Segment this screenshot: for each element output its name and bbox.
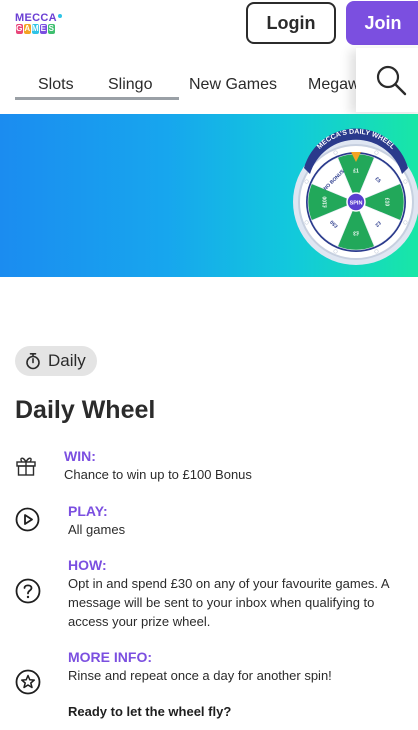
wheel-spin-label: SPIN <box>350 201 363 207</box>
wheel-stud <box>304 179 309 184</box>
wheel-stud <box>304 220 309 225</box>
how-body: Opt in and spend £30 on any of your favo… <box>68 576 389 629</box>
logo-letter: M <box>32 24 40 34</box>
win-body: Chance to win up to £100 Bonus <box>64 467 252 482</box>
search-button[interactable] <box>356 48 418 112</box>
play-heading: PLAY: <box>68 503 108 519</box>
tab-active-underline <box>15 97 179 100</box>
logo-text-top: MECCA <box>15 12 57 24</box>
stopwatch-icon <box>26 352 40 370</box>
gift-icon <box>16 457 36 476</box>
wheel-stud <box>403 220 408 225</box>
star-circle-icon <box>15 669 41 695</box>
join-button[interactable]: Join <box>346 1 418 45</box>
promo-banner: £1 £5 £10 £2 £3 £50 £100 NO BONUS SPIN MECCA'S … <box>0 114 418 277</box>
logo-letter: G <box>16 24 23 34</box>
daily-chip: Daily <box>15 346 97 376</box>
logo-text-bottom: G AME S <box>16 24 56 34</box>
wheel-segment-label: £3 <box>353 230 359 236</box>
search-icon <box>376 65 407 96</box>
tab-new-games[interactable]: New Games <box>189 76 277 94</box>
login-button[interactable]: Login <box>246 2 336 44</box>
wheel-stud <box>374 249 379 254</box>
play-circle-icon <box>15 507 40 532</box>
tab-slingo[interactable]: Slingo <box>108 76 152 94</box>
how-heading: HOW: <box>68 557 107 573</box>
wheel-stud <box>403 179 408 184</box>
logo-letter: S <box>48 24 55 34</box>
question-circle-icon <box>15 578 41 604</box>
wheel-stud <box>374 150 379 155</box>
win-heading: WIN: <box>64 448 96 464</box>
ready-text: Ready to let the wheel fly? <box>68 704 232 719</box>
tab-slots[interactable]: Slots <box>38 76 74 94</box>
logo-letter: E <box>40 24 47 34</box>
play-body: All games <box>68 522 126 537</box>
logo-dot <box>58 14 62 18</box>
wheel-segment-label: £1 <box>353 168 359 174</box>
more-info-heading: MORE INFO: <box>68 649 152 665</box>
page-title: Daily Wheel <box>15 396 156 424</box>
wheel-stud <box>333 150 338 155</box>
tab-megaways[interactable]: Megaw <box>308 76 360 94</box>
wheel-segment-label: £100 <box>322 196 328 207</box>
wheel-stud <box>333 249 338 254</box>
chip-label: Daily <box>48 351 86 370</box>
logo-letter: A <box>24 24 31 34</box>
more-info-body: Rinse and repeat once a day for another … <box>68 668 332 683</box>
daily-wheel-graphic: £1£5£10£2£3£50£100NO BONUS SPIN MECCA'S … <box>293 128 418 265</box>
wheel-segment-label: £10 <box>384 198 390 207</box>
mecca-games-logo[interactable]: MECCA G AME S <box>15 12 63 36</box>
